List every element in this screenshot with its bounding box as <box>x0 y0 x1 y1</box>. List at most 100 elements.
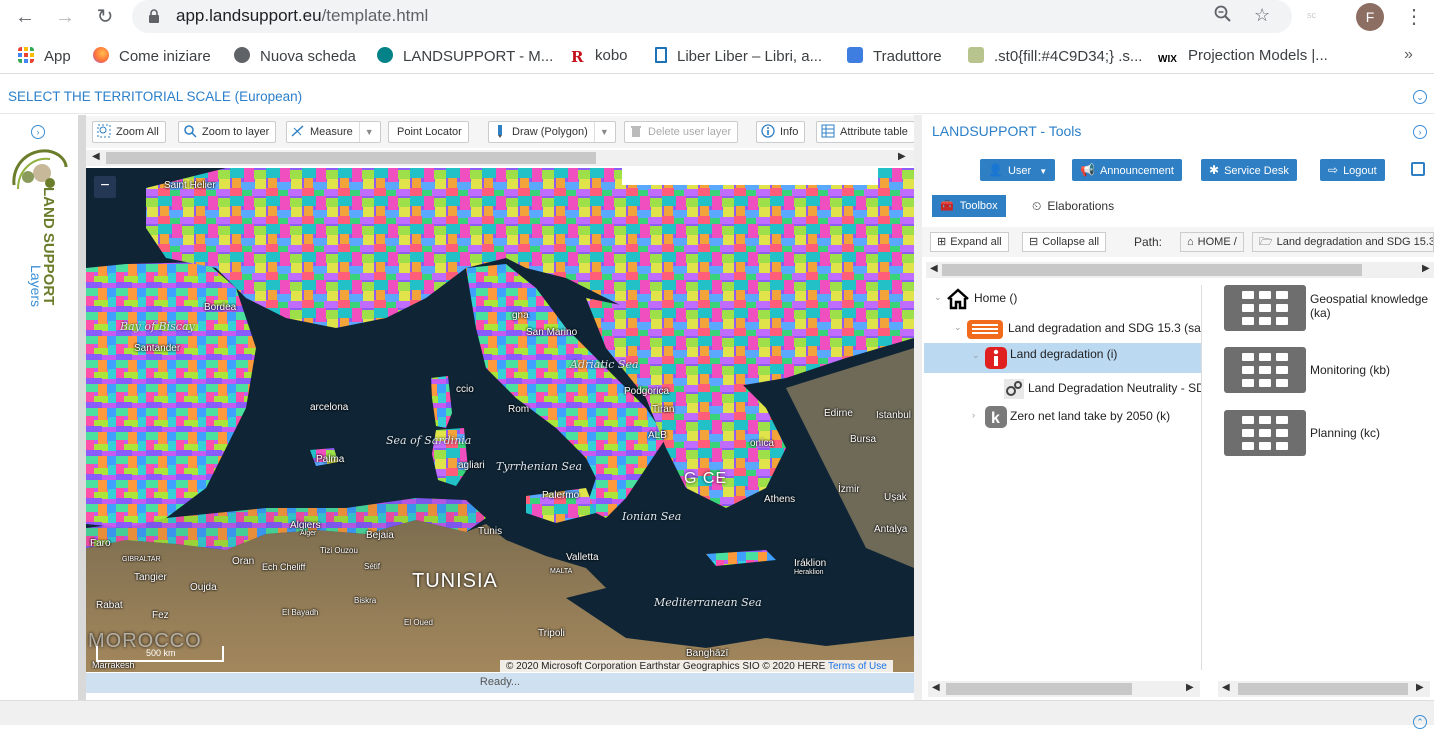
path-label: Path: <box>1134 235 1163 249</box>
chevron-down-icon[interactable]: ⌄ <box>972 350 980 361</box>
map-view[interactable]: − Saint Helier Bordea Bay of Biscay Sant… <box>86 168 914 672</box>
tree-node-land-degradation[interactable]: ⌄ Land degradation (i) <box>924 343 1201 373</box>
tools-scrollbar[interactable]: ◀ ▶ <box>926 262 1434 278</box>
layers-toggle[interactable]: Layers <box>28 265 44 307</box>
collapse-all-button[interactable]: ⊟ Collapse all <box>1022 232 1107 252</box>
profile-avatar[interactable]: F <box>1356 3 1384 31</box>
reload-icon[interactable]: ↻ <box>92 4 118 30</box>
collapse-icon: ⊟ <box>1029 236 1039 248</box>
scrollbar-thumb[interactable] <box>942 264 1362 276</box>
delete-user-layer-button[interactable]: Delete user layer <box>624 121 739 143</box>
card-label[interactable]: Monitoring (kb) <box>1310 363 1434 377</box>
back-arrow-icon[interactable]: ← <box>12 4 38 30</box>
delete-user-layer-label: Delete user layer <box>648 126 732 138</box>
bookmark-kobo[interactable]: Rkobo <box>571 47 628 66</box>
scrollbar-thumb[interactable] <box>946 683 1132 695</box>
map-label: Rabat <box>96 600 123 611</box>
breadcrumb-current[interactable]: 🗁 Land degradation and SDG 15.3 <box>1252 232 1434 252</box>
translate-icon <box>847 47 863 63</box>
map-label: Palma <box>316 454 345 465</box>
info-button[interactable]: Info <box>756 121 806 143</box>
tab-elaborations[interactable]: ⏲ Elaborations <box>1032 195 1114 217</box>
map-toolbar-scrollbar[interactable]: ◀ ▶ <box>86 150 914 166</box>
scroll-left-icon[interactable]: ◀ <box>92 151 100 162</box>
left-splitter[interactable] <box>78 115 86 700</box>
tree-node-ldn[interactable]: Land Degradation Neutrality - SD <box>924 375 1201 403</box>
map-label: El Oued <box>404 618 433 627</box>
tree-node-zero-net-land-take[interactable]: › k Zero net land take by 2050 (k) <box>924 403 1201 431</box>
zoom-all-button[interactable]: Zoom All <box>92 121 166 143</box>
more-bookmarks-icon[interactable]: » <box>1404 46 1413 64</box>
scrollbar-thumb[interactable] <box>106 152 596 164</box>
card-geospatial-knowledge[interactable] <box>1224 285 1306 331</box>
url-text[interactable]: app.landsupport.eu/template.html <box>176 6 428 26</box>
bookmark-landsupport[interactable]: LANDSUPPORT - M... <box>377 47 553 65</box>
extension-icon[interactable]: sc <box>1307 10 1316 20</box>
scrollbar-thumb[interactable] <box>1238 683 1408 695</box>
zoom-magnifier-icon[interactable] <box>1214 5 1232 28</box>
restore-window-icon[interactable] <box>1411 162 1425 176</box>
chevron-down-icon[interactable]: ⌄ <box>954 322 962 333</box>
scroll-right-icon[interactable]: ▶ <box>1416 682 1424 693</box>
scroll-right-icon[interactable]: ▶ <box>898 151 906 162</box>
map-label: Podgorica <box>624 386 670 397</box>
forward-arrow-icon[interactable]: → <box>52 4 78 30</box>
zoom-to-layer-button[interactable]: Zoom to layer <box>178 121 277 143</box>
kebab-menu-icon[interactable]: ⋮ <box>1404 4 1424 29</box>
map-canvas[interactable] <box>86 168 914 672</box>
bookmark-app[interactable]: App <box>18 47 71 65</box>
territorial-scale-title[interactable]: SELECT THE TERRITORIAL SCALE (European) <box>8 89 302 104</box>
attribute-table-button[interactable]: Attribute table <box>816 121 915 143</box>
service-desk-label: Service Desk <box>1224 165 1289 177</box>
user-dropdown-button[interactable]: 👤 User ▼ <box>980 159 1056 181</box>
bookmark-liber-liber[interactable]: Liber Liber – Libri, a... <box>655 47 822 65</box>
expand-right-icon[interactable]: › <box>31 125 45 139</box>
chevron-down-icon[interactable]: ⌄ <box>934 292 942 303</box>
zoom-to-layer-label: Zoom to layer <box>202 126 270 138</box>
bookmark-nuova-scheda[interactable]: Nuova scheda <box>234 47 356 65</box>
center-splitter[interactable] <box>914 115 922 700</box>
zoom-out-button[interactable]: − <box>94 176 116 198</box>
map-label: Biskra <box>354 596 377 605</box>
chevron-right-icon[interactable]: › <box>972 410 975 420</box>
scroll-right-icon[interactable]: ▶ <box>1422 263 1430 274</box>
card-label[interactable]: Planning (kc) <box>1310 426 1434 440</box>
card-label[interactable]: Geospatial knowledge (ka) <box>1310 292 1434 320</box>
bookmark-projection-models[interactable]: WIX Projection Models |... <box>1158 47 1328 70</box>
collapse-tools-icon[interactable]: › <box>1413 125 1427 139</box>
expand-bottom-icon[interactable]: ⌃ <box>1413 715 1427 729</box>
svg-text:k: k <box>991 410 1000 427</box>
card-monitoring[interactable] <box>1224 347 1306 393</box>
map-label: Oujda <box>190 582 217 593</box>
bookmark-svg-file[interactable]: .st0{fill:#4C9D34;} .s... <box>968 47 1142 65</box>
scroll-left-icon[interactable]: ◀ <box>930 263 938 274</box>
announcement-button[interactable]: 📢 Announcement <box>1072 159 1182 181</box>
bookmark-traduttore[interactable]: Traduttore <box>847 47 942 65</box>
breadcrumb-home[interactable]: ⌂ HOME / <box>1180 232 1244 252</box>
star-bookmark-icon[interactable]: ☆ <box>1254 5 1270 26</box>
map-label: MALTA <box>550 568 573 575</box>
service-desk-button[interactable]: ✱ Service Desk <box>1201 159 1297 181</box>
scroll-right-icon[interactable]: ▶ <box>1186 682 1194 693</box>
map-label: arcelona <box>310 402 349 413</box>
territorial-scale-bar[interactable]: SELECT THE TERRITORIAL SCALE (European) … <box>0 80 1434 114</box>
card-planning[interactable] <box>1224 410 1306 456</box>
point-locator-button[interactable]: Point Locator <box>388 121 469 143</box>
trash-icon <box>631 126 641 137</box>
scroll-left-icon[interactable]: ◀ <box>932 682 940 693</box>
map-label: ccio <box>456 384 474 395</box>
logout-button[interactable]: ⇨ Logout <box>1320 159 1385 181</box>
tree-scrollbar[interactable]: ◀ ▶ <box>928 681 1200 697</box>
bookmark-come-iniziare[interactable]: Come iniziare <box>93 47 211 65</box>
measure-dropdown[interactable]: Measure ▼ <box>286 121 381 143</box>
tree-node-land-degradation-sdg[interactable]: ⌄ Land degradation and SDG 15.3 (sa <box>924 315 1201 343</box>
tab-toolbox[interactable]: 🧰 Toolbox <box>932 195 1006 217</box>
scroll-left-icon[interactable]: ◀ <box>1222 682 1230 693</box>
cards-scrollbar[interactable]: ◀ ▶ <box>1218 681 1430 697</box>
terms-of-use-link[interactable]: Terms of Use <box>828 661 887 672</box>
tree-node-home[interactable]: ⌄ Home () <box>924 285 1201 313</box>
draw-polygon-dropdown[interactable]: Draw (Polygon) ▼ <box>488 121 616 143</box>
expand-all-button[interactable]: ⊞ Expand all <box>930 232 1009 252</box>
expand-icon: ⊞ <box>937 236 947 248</box>
expand-chevron-icon[interactable]: ⌄ <box>1413 90 1427 104</box>
